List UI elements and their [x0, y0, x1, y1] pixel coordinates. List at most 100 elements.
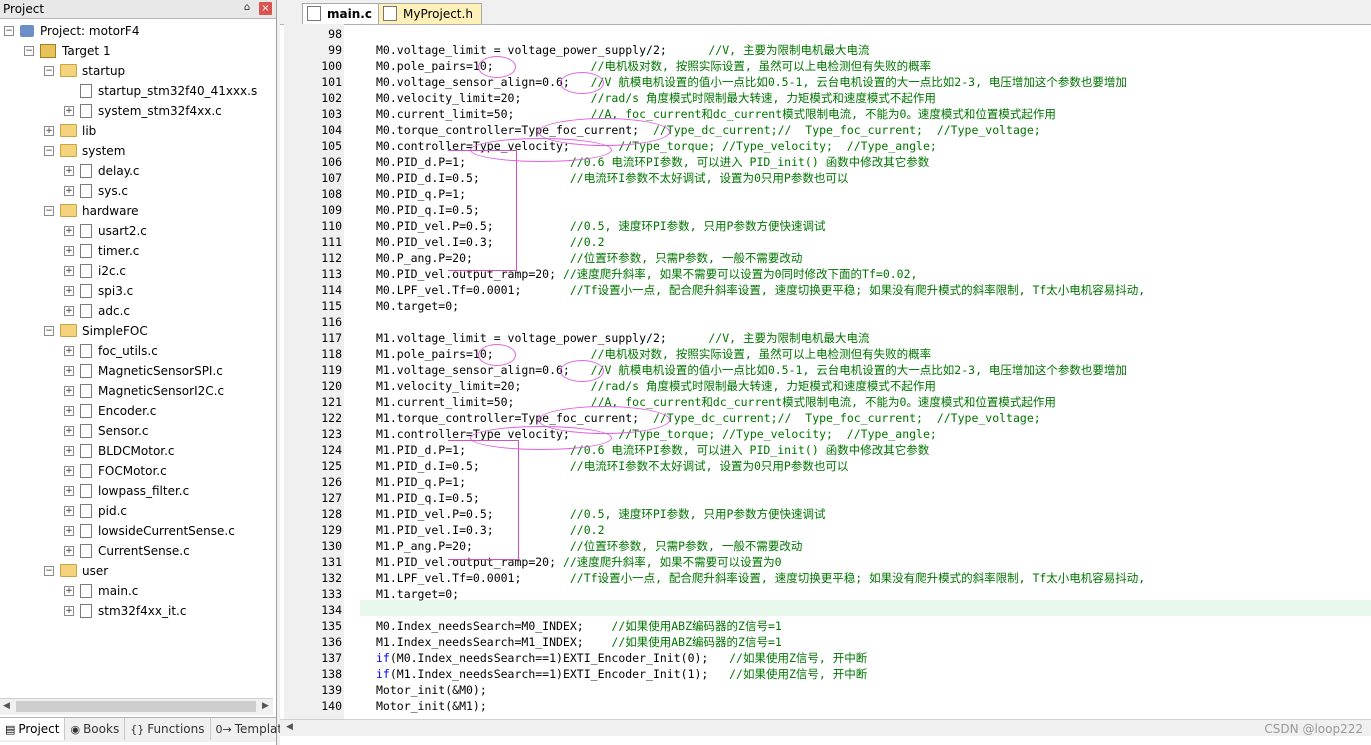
code-line[interactable]: Motor_init(&M1); [376, 698, 487, 714]
code-line[interactable]: M0.pole_pairs=10; //电机极对数, 按照实际设置, 虽然可以上… [376, 58, 931, 74]
expand-icon[interactable]: + [64, 226, 74, 236]
code-line[interactable]: M1.LPF_vel.Tf=0.0001; //Tf设置小一点, 配合爬升斜率设… [376, 570, 1145, 586]
code-line[interactable]: M1.P_ang.P=20; //位置环参数, 只需P参数, 一般不需要改动 [376, 538, 802, 554]
code-line[interactable]: M1.PID_vel.P=0.5; //0.5, 速度环PI参数, 只用P参数方… [376, 506, 825, 522]
expand-icon[interactable]: + [64, 246, 74, 256]
code-line[interactable]: M1.current_limit=50; //A, foc_current和dc… [376, 394, 1056, 410]
tab-myproject-h[interactable]: MyProject.h [378, 3, 482, 24]
expand-icon[interactable]: + [64, 346, 74, 356]
collapse-icon[interactable]: − [44, 66, 54, 76]
scroll-left-icon[interactable]: ◀ [3, 701, 10, 711]
expand-icon[interactable]: + [64, 506, 74, 516]
expand-icon[interactable]: + [64, 486, 74, 496]
code-line[interactable]: if(M1.Index_needsSearch==1)EXTI_Encoder_… [376, 666, 867, 682]
code-line[interactable]: M0.current_limit=50; //A, foc_current和dc… [376, 106, 1056, 122]
code-line[interactable]: M0.velocity_limit=20; //rad/s 角度模式时限制最大转… [376, 90, 936, 106]
code-line[interactable]: M1.PID_d.I=0.5; //电流环I参数不太好调试, 设置为0只用P参数… [376, 458, 848, 474]
tab-functions[interactable]: {} Functions [125, 718, 211, 740]
code-line[interactable]: M0.P_ang.P=20; //位置环参数, 只需P参数, 一般不需要改动 [376, 250, 802, 266]
file-icon [80, 103, 92, 118]
folder-icon [60, 64, 77, 77]
collapse-icon[interactable]: − [44, 566, 54, 576]
line-number: 99 [328, 43, 342, 57]
pin-icon[interactable]: ⌂ [241, 2, 253, 14]
expand-icon[interactable]: + [64, 266, 74, 276]
line-number: 108 [321, 187, 342, 201]
code-line[interactable]: M0.voltage_limit = voltage_power_supply/… [376, 42, 869, 58]
line-number: 129 [321, 523, 342, 537]
line-number: 120 [321, 379, 342, 393]
expand-icon[interactable]: + [64, 106, 74, 116]
tree-item-label: MagneticSensorI2C.c [98, 384, 225, 398]
scroll-left-icon[interactable]: ◀ [286, 722, 293, 732]
tab-books[interactable]: ◉ Books [65, 718, 126, 740]
code-line[interactable]: M0.LPF_vel.Tf=0.0001; //Tf设置小一点, 配合爬升斜率设… [376, 282, 1145, 298]
expand-icon[interactable]: + [64, 546, 74, 556]
tree-item-label: spi3.c [98, 284, 134, 298]
code-comment: //位置环参数, 只需P参数, 一般不需要改动 [569, 539, 803, 553]
file-icon [80, 243, 92, 258]
code-line[interactable]: M0.target=0; [376, 298, 459, 314]
line-number: 127 [321, 491, 342, 505]
code-line[interactable]: M1.Index_needsSearch=M1_INDEX; //如果使用ABZ… [376, 634, 782, 650]
expand-icon[interactable]: + [64, 366, 74, 376]
code-line[interactable]: M0.PID_vel.P=0.5; //0.5, 速度环PI参数, 只用P参数方… [376, 218, 825, 234]
collapse-icon[interactable]: − [24, 46, 34, 56]
line-number: 115 [321, 299, 342, 313]
expand-icon[interactable]: + [64, 166, 74, 176]
line-number: 114 [321, 283, 342, 297]
file-icon [80, 303, 92, 318]
code-line[interactable]: M1.target=0; [376, 586, 459, 602]
code-line[interactable]: if(M0.Index_needsSearch==1)EXTI_Encoder_… [376, 650, 867, 666]
line-number: 130 [321, 539, 342, 553]
tree-item-label: Sensor.c [98, 424, 149, 438]
code-text: M0.Index_needsSearch=M0_INDEX; [376, 619, 612, 633]
expand-icon[interactable]: + [64, 426, 74, 436]
code-line[interactable]: M0.torque_controller=Type_foc_current; /… [376, 122, 1041, 138]
code-line[interactable]: M1.torque_controller=Type_foc_current; /… [376, 410, 1041, 426]
file-icon [80, 503, 92, 518]
expand-icon[interactable]: + [64, 526, 74, 536]
code-text: M1.Index_needsSearch=M1_INDEX; [376, 635, 612, 649]
collapse-icon[interactable]: − [44, 206, 54, 216]
editor-horizontal-scrollbar[interactable]: ◀ [280, 719, 1371, 736]
code-comment: //位置环参数, 只需P参数, 一般不需要改动 [569, 251, 803, 265]
expand-icon[interactable]: + [64, 406, 74, 416]
collapse-icon[interactable]: − [44, 146, 54, 156]
file-icon [80, 443, 92, 458]
expand-icon[interactable]: + [64, 586, 74, 596]
tab-project[interactable]: ▤ Project [0, 718, 66, 740]
code-line[interactable]: M0.PID_d.I=0.5; //电流环I参数不太好调试, 设置为0只用P参数… [376, 170, 848, 186]
tree-item-label: hardware [82, 204, 139, 218]
expand-icon[interactable]: + [64, 286, 74, 296]
expand-icon[interactable]: + [64, 466, 74, 476]
code-text: M1.target=0; [376, 587, 460, 601]
code-line[interactable]: M0.Index_needsSearch=M0_INDEX; //如果使用ABZ… [376, 618, 782, 634]
expand-icon[interactable]: + [64, 186, 74, 196]
line-number: 138 [321, 667, 342, 681]
code-line[interactable]: M1.voltage_limit = voltage_power_supply/… [376, 330, 869, 346]
code-line[interactable]: M1.pole_pairs=10; //电机极对数, 按照实际设置, 虽然可以上… [376, 346, 931, 362]
close-icon[interactable]: × [259, 2, 272, 15]
expand-icon[interactable]: + [64, 306, 74, 316]
code-comment: //如果使用ABZ编码器的Z信号=1 [611, 635, 782, 649]
code-line[interactable]: Motor_init(&M0); [376, 682, 487, 698]
books-icon: ◉ [70, 723, 81, 736]
code-line[interactable]: M1.PID_vel.output_ramp=20; //速度爬升斜率, 如果不… [376, 554, 782, 570]
expand-icon[interactable]: + [64, 606, 74, 616]
tab-main-c[interactable]: main.c [302, 3, 381, 24]
scroll-right-icon[interactable]: ▶ [262, 701, 269, 711]
code-line[interactable]: M1.velocity_limit=20; //rad/s 角度模式时限制最大转… [376, 378, 936, 394]
project-tree-horizontal-scrollbar[interactable]: ◀ ▶ [0, 698, 273, 715]
expand-icon[interactable]: + [64, 386, 74, 396]
editor-tabs: main.c MyProject.h [280, 0, 1371, 25]
expand-icon[interactable]: + [64, 446, 74, 456]
scrollbar-thumb[interactable] [16, 701, 256, 712]
collapse-icon[interactable]: − [4, 26, 14, 36]
expand-icon[interactable]: + [44, 126, 54, 136]
line-number: 135 [321, 619, 342, 633]
code-comment: //Type_torque; //Type_velocity; //Type_a… [618, 139, 937, 153]
line-number: 133 [321, 587, 342, 601]
target-icon [40, 43, 56, 58]
collapse-icon[interactable]: − [44, 326, 54, 336]
